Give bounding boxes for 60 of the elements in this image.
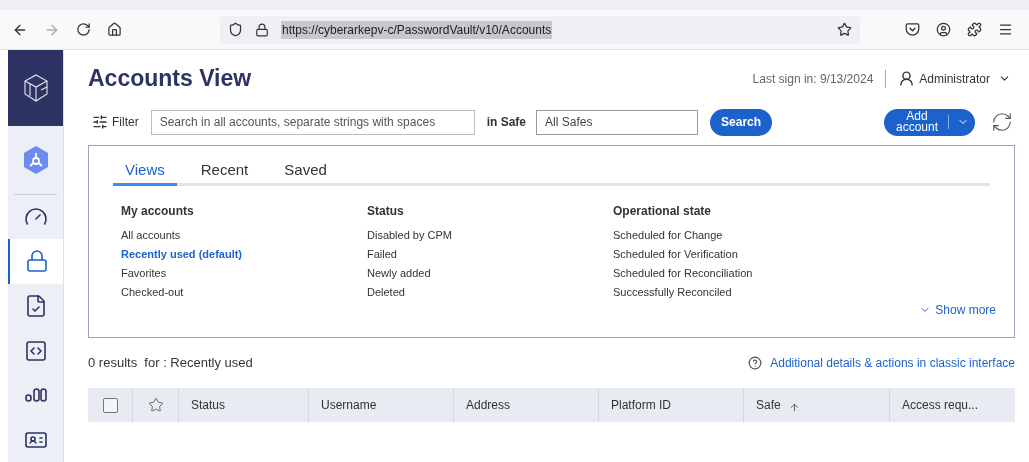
- view-link[interactable]: Favorites: [121, 264, 167, 283]
- shield-icon: [228, 22, 243, 37]
- view-link[interactable]: Failed: [367, 245, 397, 264]
- last-sign-in-text: Last sign in: 9/13/2024: [752, 70, 874, 88]
- select-all-checkbox[interactable]: [102, 397, 118, 413]
- bars-icon: [24, 388, 47, 403]
- home-icon[interactable]: [107, 22, 122, 37]
- filter-tab[interactable]: Views: [113, 158, 177, 186]
- classic-interface-link[interactable]: Additional details & actions in classic interface: [770, 354, 1015, 372]
- view-link[interactable]: Recently used (default): [121, 245, 243, 264]
- view-link[interactable]: All accounts: [121, 226, 181, 245]
- in-safe-label: in Safe: [486, 114, 527, 131]
- column-header[interactable]: Safe: [744, 388, 890, 422]
- view-link[interactable]: Newly added: [367, 264, 431, 283]
- add-account-button[interactable]: Add account: [884, 108, 975, 136]
- column-header[interactable]: Address: [454, 388, 599, 422]
- filter-sliders-icon: [92, 114, 108, 130]
- hexagon-icon: [21, 144, 50, 175]
- bookmark-star-icon[interactable]: [837, 22, 852, 37]
- view-link[interactable]: Deleted: [367, 283, 405, 302]
- user-menu[interactable]: Administrator: [919, 69, 1015, 88]
- view-link[interactable]: Checked-out: [121, 283, 184, 302]
- favorite-star-icon[interactable]: [147, 397, 164, 413]
- lock-icon: [24, 249, 49, 274]
- view-link[interactable]: Scheduled for Change: [613, 226, 723, 245]
- view-link[interactable]: Successfully Reconciled: [613, 283, 732, 302]
- sidebar-nav-item[interactable]: [8, 239, 63, 284]
- code-window-icon: [23, 338, 48, 363]
- refresh-icon[interactable]: [991, 111, 1013, 133]
- user-avatar-icon: [898, 70, 916, 87]
- sort-arrow-icon: [788, 401, 800, 413]
- show-more-button[interactable]: Show more: [919, 301, 996, 319]
- filter-tab[interactable]: Saved: [272, 158, 339, 186]
- results-summary: 0 results for : Recently used: [88, 354, 253, 373]
- search-field[interactable]: Search in all accounts, separate strings with spaces: [150, 109, 475, 135]
- page-title: Accounts View: [88, 64, 252, 94]
- column-header[interactable]: Username: [309, 388, 454, 422]
- filter-button[interactable]: Filter: [88, 113, 143, 131]
- pocket-icon[interactable]: [905, 22, 920, 37]
- group-heading: Status: [367, 203, 405, 220]
- address-bar[interactable]: https://cyberarkepv-c/PasswordVault/v10/Accounts: [220, 15, 860, 44]
- view-link[interactable]: Disabled by CPM: [367, 226, 452, 245]
- group-heading: Operational state: [613, 203, 713, 220]
- menu-icon[interactable]: [998, 22, 1013, 37]
- view-link[interactable]: Scheduled for Reconciliation: [613, 264, 753, 283]
- column-header[interactable]: Platform ID: [599, 388, 744, 422]
- view-link[interactable]: Scheduled for Verification: [613, 245, 738, 264]
- url-text: https://cyberarkepv-c/PasswordVault/v10/Accounts: [281, 20, 553, 39]
- reload-icon[interactable]: [76, 22, 91, 37]
- group-heading: My accounts: [121, 203, 195, 220]
- search-button[interactable]: Search: [710, 108, 773, 136]
- filter-tab[interactable]: Recent: [188, 158, 261, 186]
- safe-field[interactable]: All Safes: [536, 109, 699, 135]
- column-header[interactable]: Status: [179, 388, 309, 422]
- column-header[interactable]: Access requ...: [890, 388, 1015, 422]
- cube-logo-icon: [21, 73, 50, 104]
- account-icon[interactable]: [936, 22, 951, 37]
- help-icon: [748, 356, 763, 370]
- extensions-icon[interactable]: [967, 22, 982, 37]
- lock-icon: [255, 22, 269, 37]
